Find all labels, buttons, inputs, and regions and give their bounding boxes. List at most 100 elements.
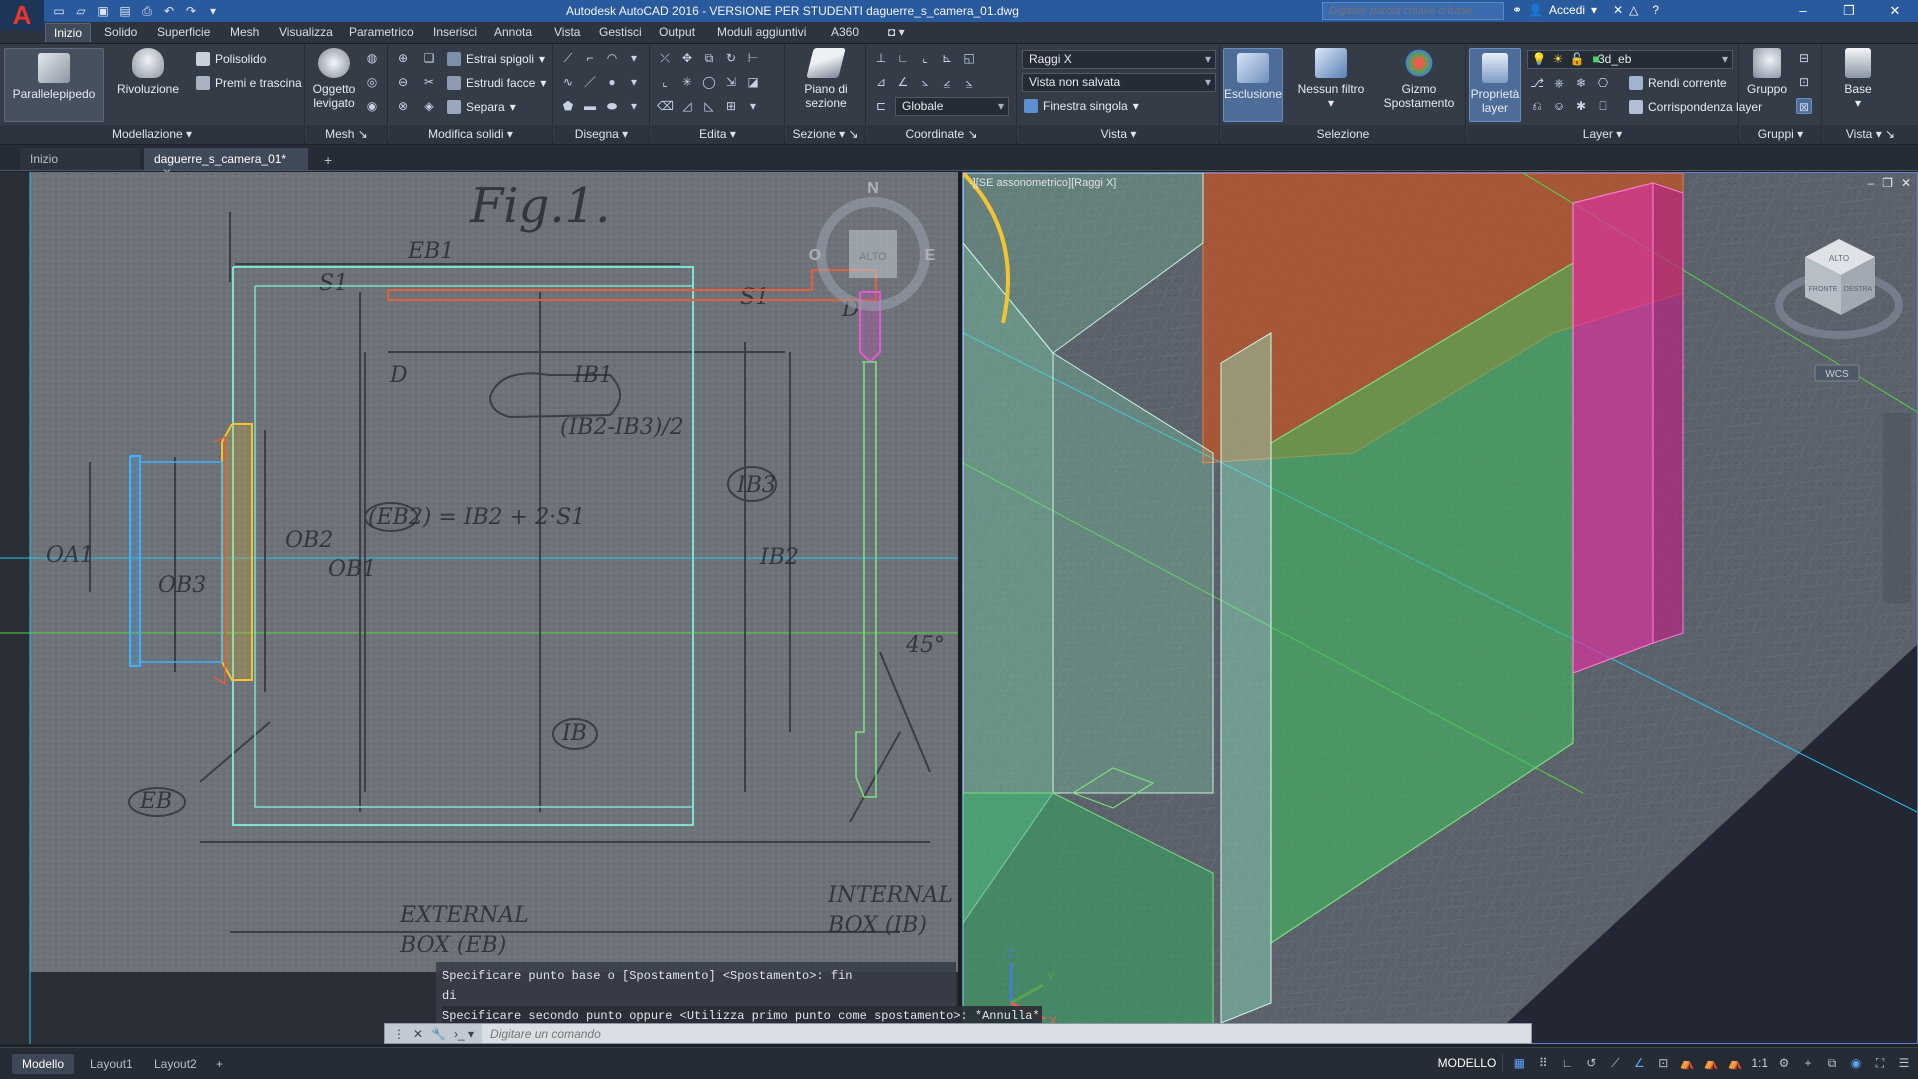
rendi-corrente-button[interactable]: Rendi corrente [1629, 76, 1727, 90]
layer-freeze-icon[interactable]: ❄ [1573, 75, 1589, 91]
save-icon[interactable]: ▣ [94, 2, 112, 20]
piano-sezione-button[interactable]: Piano di sezione [790, 48, 862, 110]
model-space-toggle[interactable]: MODELLO [1432, 1054, 1504, 1072]
tab-inizio[interactable]: Inizio [45, 23, 92, 42]
ucs-3point-icon[interactable]: ∠ [895, 74, 911, 90]
group-edit-icon[interactable]: ⊡ [1796, 74, 1812, 90]
tabs-overflow-icon[interactable]: ◘ ▾ [888, 25, 905, 39]
viewport-maximize-icon[interactable]: ❐ [1882, 176, 1893, 190]
ucs-object-icon[interactable]: ◱ [961, 50, 977, 66]
ucs-face-icon[interactable]: ⊿ [873, 74, 889, 90]
lock-icon[interactable]: 🔓 [1569, 51, 1585, 67]
premi-trascina-button[interactable]: Premi e trascina [196, 76, 302, 90]
binoculars-icon[interactable]: ⚭ [1512, 3, 1522, 17]
redo-icon[interactable]: ↷ [182, 2, 200, 20]
layer-unisolate-icon[interactable]: ⎌ [1529, 98, 1545, 114]
command-prompt-icon[interactable]: ›_ ▾ [454, 1027, 474, 1041]
group-select-icon[interactable]: ⊠ [1796, 98, 1812, 114]
parallelepipedo-button[interactable]: Parallelepipedo [4, 48, 104, 122]
gizmo-spostamento-button[interactable]: Gizmo Spostamento [1377, 48, 1461, 110]
saved-view-dropdown[interactable]: Vista non salvata [1022, 73, 1216, 92]
interfere-icon[interactable]: ❏ [421, 50, 437, 66]
chevron-down-icon[interactable]: ▾ [1591, 3, 1597, 17]
file-tab-daguerre[interactable]: daguerre_s_camera_01* ✕ [144, 148, 308, 180]
grip-icon[interactable]: ⋮ [393, 1027, 405, 1041]
union-icon[interactable]: ⊕ [395, 50, 411, 66]
undo-icon[interactable]: ↶ [160, 2, 178, 20]
new-tab-button[interactable]: + [314, 148, 342, 170]
ucs-icon[interactable]: ⊥ [873, 50, 889, 66]
light-bulb-icon[interactable]: 💡 [1531, 51, 1547, 67]
thicken-icon[interactable]: ◈ [421, 98, 437, 114]
panel-title-gruppi[interactable]: Gruppi ▾ [1740, 125, 1821, 144]
wrench-icon[interactable]: 🔧 [431, 1027, 446, 1041]
layer-iso-icon[interactable]: ⎇ [1529, 75, 1545, 91]
proprieta-layer-button[interactable]: Proprietà layer [1469, 48, 1521, 122]
print-icon[interactable]: ⎙ [138, 2, 156, 20]
polisolido-button[interactable]: Polisolido [196, 52, 266, 66]
viewport-top-plan[interactable]: Fig.1. EB1 S1 S1 IB1 (IB2-IB3)/2 (EB2) =… [0, 172, 958, 1044]
layer-off-icon[interactable]: ⎈ [1551, 75, 1567, 91]
ucs-z-icon[interactable]: ⦥ [961, 74, 977, 90]
more2-icon[interactable]: ▾ [626, 74, 642, 90]
ucs-y-icon[interactable]: ⦤ [939, 74, 955, 90]
ucs-named-icon[interactable]: ⊏ [873, 98, 889, 114]
tab-inserisci[interactable]: Inserisci [433, 25, 477, 39]
line-icon[interactable]: ⟋ [560, 50, 576, 66]
polyline-icon[interactable]: ⌐ [582, 50, 598, 66]
circle-icon[interactable]: ● [604, 74, 620, 90]
save-as-icon[interactable]: ▤ [116, 2, 134, 20]
tab-a360[interactable]: A360 [831, 25, 859, 39]
explode-icon[interactable]: ✳ [679, 74, 695, 90]
tab-annota[interactable]: Annota [494, 25, 532, 39]
a360-icon[interactable]: △ [1629, 3, 1638, 17]
tab-vista[interactable]: Vista [554, 25, 580, 39]
separa-button[interactable]: Separa ▾ [447, 100, 516, 114]
slice-icon[interactable]: ✂ [421, 74, 437, 90]
customize-menu-icon[interactable]: ☰ [1896, 1054, 1912, 1072]
visual-style-dropdown[interactable]: Raggi X [1022, 50, 1216, 69]
more3-icon[interactable]: ▾ [626, 98, 642, 114]
sign-in-label[interactable]: Accedi [1549, 3, 1585, 17]
move-icon[interactable]: ✥ [679, 50, 695, 66]
ucs-origin-icon[interactable]: ⌞ [917, 50, 933, 66]
snap-icon[interactable]: ⠿ [1535, 1054, 1551, 1072]
viewport-close-icon[interactable]: ✕ [1901, 176, 1911, 190]
more-icon[interactable]: ▾ [626, 50, 642, 66]
panel-title-sezione[interactable]: Sezione ▾ ↘ [786, 125, 865, 144]
ellipse-icon[interactable]: ⬬ [604, 98, 620, 114]
polar-icon[interactable]: ↺ [1583, 1054, 1599, 1072]
mesh-refine-icon[interactable]: ◎ [364, 74, 380, 90]
navigation-bar[interactable] [1883, 413, 1911, 603]
arc-icon[interactable]: ◠ [604, 50, 620, 66]
tab-mesh[interactable]: Mesh [230, 25, 259, 39]
layer-on-icon[interactable]: ⎉ [1551, 98, 1567, 114]
ortho-icon[interactable]: ∟ [1559, 1054, 1575, 1072]
file-tab-inizio[interactable]: Inizio [20, 148, 140, 170]
panel-title-mesh[interactable]: Mesh ↘ [306, 125, 387, 144]
tab-output[interactable]: Output [659, 25, 695, 39]
close-icon[interactable]: ✕ [413, 1027, 423, 1041]
object-snap-icon[interactable]: ⊡ [1655, 1054, 1671, 1072]
tab-visualizza[interactable]: Visualizza [279, 25, 333, 39]
scale-icon[interactable]: ◿ [679, 98, 695, 114]
mirror-icon[interactable]: ⊢ [745, 50, 761, 66]
new-file-icon[interactable]: ▭ [50, 2, 68, 20]
workspace-icon[interactable]: ⧉ [1824, 1054, 1840, 1072]
restore-icon[interactable]: ❐ [1826, 0, 1872, 22]
nessun-filtro-button[interactable]: Nessun filtro ▾ [1291, 48, 1371, 110]
estrai-spigoli-button[interactable]: Estrai spigoli ▾ [447, 52, 545, 66]
isodraft-icon[interactable]: ⟋ [1607, 1054, 1623, 1072]
close-icon[interactable]: ✕ [1872, 0, 1918, 22]
base-view-button[interactable]: Base ▾ [1831, 48, 1885, 110]
copy-icon[interactable]: ⧉ [701, 50, 717, 66]
annotation-scale-icon[interactable]: ⛺ [1727, 1054, 1743, 1072]
trim-icon[interactable]: ⤫ [657, 50, 673, 66]
plus-icon[interactable]: + [1800, 1054, 1816, 1072]
layer-unlock-icon[interactable]: ⎕ [1595, 98, 1611, 114]
exchange-icon[interactable]: ✕ [1613, 3, 1623, 17]
tab-gestisci[interactable]: Gestisci [599, 25, 642, 39]
estrudi-facce-button[interactable]: Estrudi facce ▾ [447, 76, 546, 90]
tab-solido[interactable]: Solido [104, 25, 137, 39]
layout-tab-layout2[interactable]: Layout2 [144, 1054, 207, 1074]
